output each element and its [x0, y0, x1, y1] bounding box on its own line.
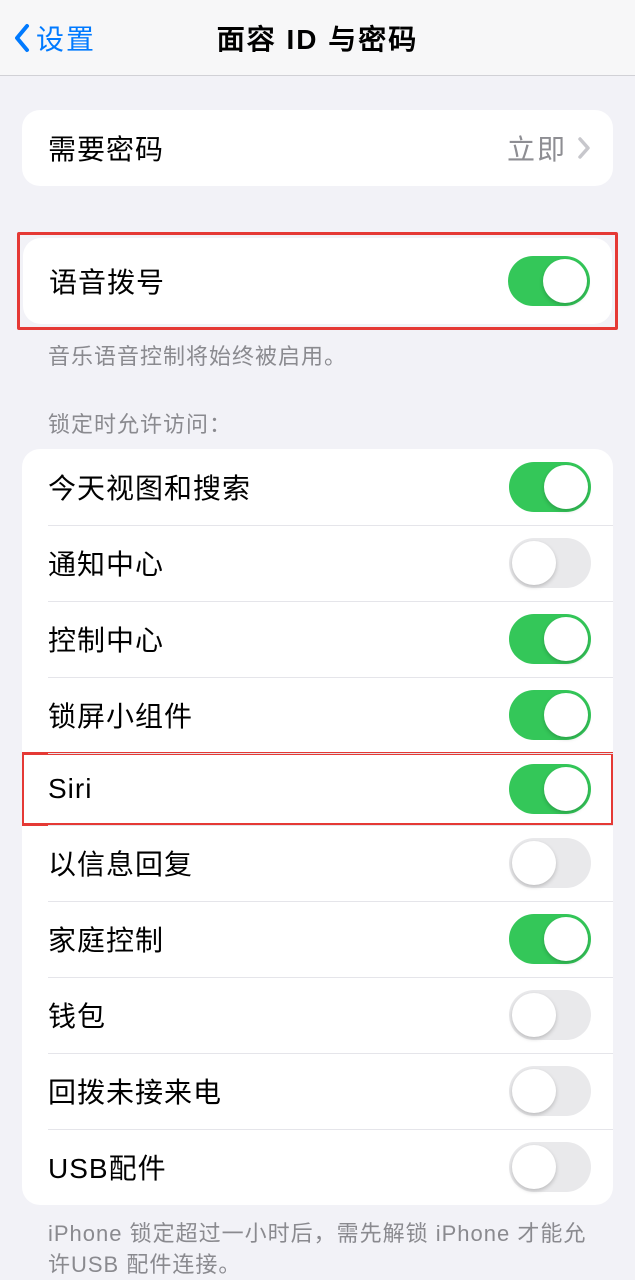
require-passcode-group: 需要密码 立即	[22, 110, 613, 186]
usb-accessories-label: USB配件	[48, 1147, 167, 1187]
return-missed-calls-row: 回拨未接来电	[22, 1053, 613, 1129]
siri-label: Siri	[48, 773, 92, 805]
lock-screen-widgets-label: 锁屏小组件	[48, 695, 193, 735]
voice-dial-group: 语音拨号	[23, 238, 612, 324]
wallet-label: 钱包	[48, 995, 106, 1035]
require-passcode-value: 立即	[507, 128, 567, 168]
lock-screen-widgets-toggle[interactable]	[509, 690, 591, 740]
voice-dial-toggle[interactable]	[508, 256, 590, 306]
control-center-toggle[interactable]	[509, 614, 591, 664]
home-control-row: 家庭控制	[22, 901, 613, 977]
reply-with-message-row: 以信息回复	[22, 825, 613, 901]
voice-dial-footer: 音乐语音控制将始终被启用。	[0, 330, 635, 373]
navigation-bar: 设置 面容 ID 与密码	[0, 0, 635, 76]
back-label: 设置	[36, 18, 96, 58]
return-missed-calls-label: 回拨未接来电	[48, 1071, 222, 1111]
usb-accessories-toggle[interactable]	[509, 1142, 591, 1192]
usb-accessories-row: USB配件	[22, 1129, 613, 1205]
today-view-search-label: 今天视图和搜索	[48, 467, 251, 507]
chevron-left-icon	[12, 22, 32, 54]
reply-with-message-toggle[interactable]	[509, 838, 591, 888]
page-title: 面容 ID 与密码	[217, 18, 419, 58]
today-view-search-row: 今天视图和搜索	[22, 449, 613, 525]
require-passcode-label: 需要密码	[48, 128, 164, 168]
control-center-row: 控制中心	[22, 601, 613, 677]
siri-row: Siri	[22, 753, 613, 825]
voice-dial-highlight: 语音拨号	[17, 232, 618, 330]
reply-with-message-label: 以信息回复	[48, 843, 193, 883]
back-button[interactable]: 设置	[12, 18, 96, 58]
siri-toggle[interactable]	[509, 764, 591, 814]
notification-center-label: 通知中心	[48, 543, 164, 583]
wallet-row: 钱包	[22, 977, 613, 1053]
control-center-label: 控制中心	[48, 619, 164, 659]
require-passcode-row[interactable]: 需要密码 立即	[22, 110, 613, 186]
home-control-label: 家庭控制	[48, 919, 164, 959]
return-missed-calls-toggle[interactable]	[509, 1066, 591, 1116]
voice-dial-row: 语音拨号	[23, 238, 612, 324]
lock-access-group: 今天视图和搜索通知中心控制中心锁屏小组件 Siri 以信息回复家庭控制钱包回拨未接来…	[22, 449, 613, 1205]
notification-center-toggle[interactable]	[509, 538, 591, 588]
lock-access-header: 锁定时允许访问：	[0, 407, 635, 449]
wallet-toggle[interactable]	[509, 990, 591, 1040]
home-control-toggle[interactable]	[509, 914, 591, 964]
today-view-search-toggle[interactable]	[509, 462, 591, 512]
lock-access-footer: iPhone 锁定超过一小时后，需先解锁 iPhone 才能允许USB 配件连接…	[0, 1205, 635, 1280]
lock-screen-widgets-row: 锁屏小组件	[22, 677, 613, 753]
voice-dial-label: 语音拨号	[49, 261, 165, 301]
chevron-right-icon	[577, 136, 591, 160]
notification-center-row: 通知中心	[22, 525, 613, 601]
